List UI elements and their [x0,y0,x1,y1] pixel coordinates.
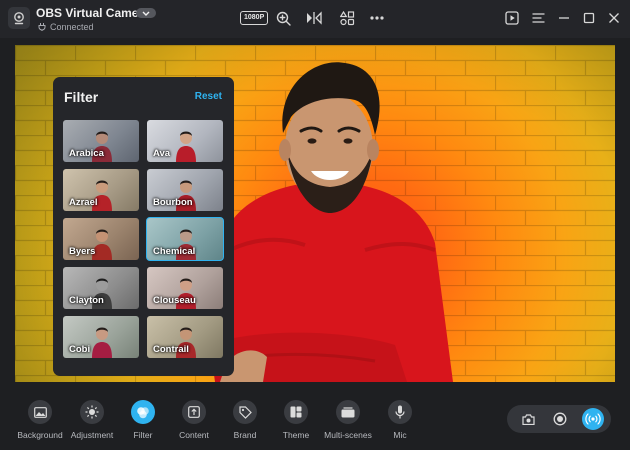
webcam-icon[interactable] [8,7,30,29]
filter-panel: Filter Reset Arabica Ava Azrael Bourbon … [53,77,234,376]
record-icon[interactable] [549,408,571,430]
capture-controls [507,405,611,433]
chevron-down-icon[interactable] [136,8,156,18]
upload-content-icon [182,400,206,424]
filter-thumb-azrael[interactable]: Azrael [63,169,139,211]
filter-thumb-contrail[interactable]: Contrail [147,316,223,358]
filter-thumb-clayton[interactable]: Clayton [63,267,139,309]
resolution-button[interactable]: 1080P [240,11,269,25]
filter-thumb-cobi[interactable]: Cobi [63,316,139,358]
close-icon[interactable] [605,9,623,27]
status-text: Connected [50,22,94,32]
toolbar-filter[interactable]: Filter [116,400,170,440]
toolbar-background[interactable]: Background [13,400,67,440]
image-icon [28,400,52,424]
filter-label: Bourbon [153,197,193,208]
more-horizontal-icon[interactable] [368,9,386,27]
toolbar-label: Filter [133,430,153,440]
tag-icon [233,400,257,424]
shapes-icon[interactable] [338,9,356,27]
toolbar-label: Brand [233,430,257,440]
filter-panel-title: Filter [64,89,99,105]
window-title: OBS Virtual Camera [36,6,150,20]
minimize-icon[interactable] [555,9,573,27]
filter-reset-button[interactable]: Reset [195,91,222,102]
title-bar: OBS Virtual Camera Connected 1080P [0,0,630,38]
mirror-flip-icon[interactable] [305,9,323,27]
toolbar-label: Mic [393,430,407,440]
plug-icon [38,23,46,31]
filter-thumb-ava[interactable]: Ava [147,120,223,162]
toolbar-adjustment[interactable]: Adjustment [65,400,119,440]
theme-icon [284,400,308,424]
filter-thumb-chemical[interactable]: Chemical [146,217,224,261]
toolbar-label: Adjustment [70,430,114,440]
play-square-icon[interactable] [503,9,521,27]
filter-thumb-arabica[interactable]: Arabica [63,120,139,162]
toolbar-brand[interactable]: Brand [218,400,272,440]
filter-thumb-byers[interactable]: Byers [63,218,139,260]
toolbar-label: Multi-scenes [324,430,372,440]
filter-label: Chemical [153,246,196,257]
scenes-icon [336,400,360,424]
toolbar-mic[interactable]: Mic [373,400,427,440]
connection-status: Connected [38,22,94,32]
toolbar-label: Content [179,430,209,440]
brightness-icon [80,400,104,424]
filter-thumb-bourbon[interactable]: Bourbon [147,169,223,211]
filter-icon [131,400,155,424]
toolbar-content[interactable]: Content [167,400,221,440]
zoom-in-icon[interactable] [274,9,292,27]
toolbar-label: Background [17,430,63,440]
menu-icon[interactable] [529,9,547,27]
filter-thumb-clouseau[interactable]: Clouseau [147,267,223,309]
toolbar-theme[interactable]: Theme [269,400,323,440]
filter-label: Byers [69,246,96,257]
filter-label: Cobi [69,344,91,355]
toolbar-label: Theme [282,430,310,440]
filter-label: Ava [153,148,171,159]
filter-label: Arabica [69,148,104,159]
camera-snapshot-icon[interactable] [517,408,539,430]
filter-label: Contrail [153,344,189,355]
broadcast-icon[interactable] [582,408,604,430]
filter-label: Azrael [69,197,98,208]
maximize-icon[interactable] [580,9,598,27]
toolbar-multi-scenes[interactable]: Multi-scenes [321,400,375,440]
filter-label: Clayton [69,295,104,306]
microphone-icon [388,400,412,424]
filter-label: Clouseau [153,295,196,306]
